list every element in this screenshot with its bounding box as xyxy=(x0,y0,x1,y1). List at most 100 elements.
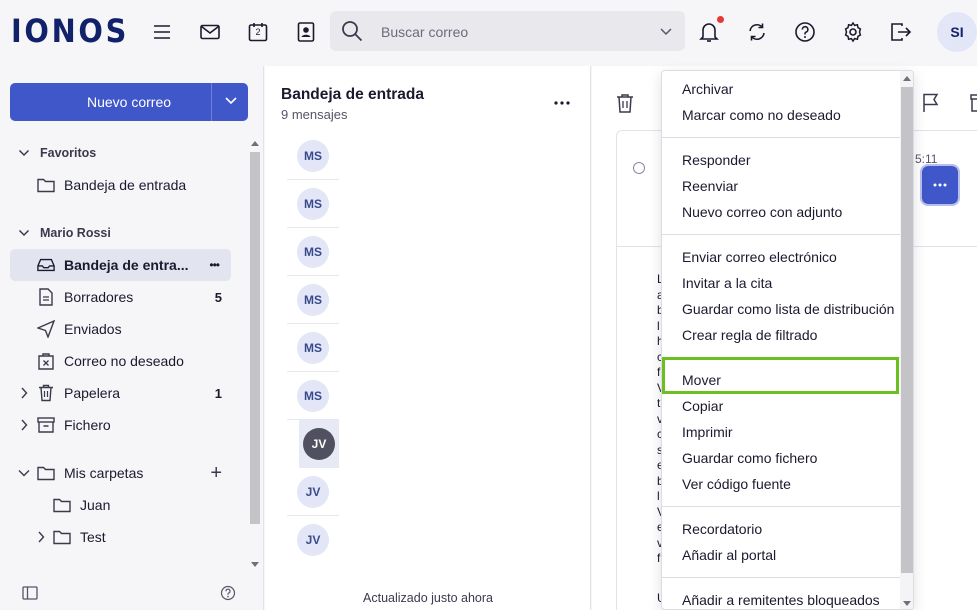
list-item[interactable]: MS xyxy=(287,324,339,372)
sidebar-footer xyxy=(0,576,264,610)
help-icon[interactable] xyxy=(793,20,817,44)
search-input[interactable]: Buscar correo xyxy=(381,24,468,40)
list-item[interactable]: JV xyxy=(287,516,339,564)
sidebar-item-label: Fichero xyxy=(64,417,111,433)
sidebar-item-juan[interactable]: Juan xyxy=(10,489,231,521)
list-item[interactable]: MS xyxy=(287,132,339,180)
sidebar-item-drafts[interactable]: Borradores 5 xyxy=(10,281,231,313)
button-divider xyxy=(211,83,212,121)
sender-avatar: MS xyxy=(297,139,329,172)
list-item[interactable]: MS xyxy=(287,276,339,324)
chevron-down-icon[interactable] xyxy=(224,94,238,111)
menu-item-save-file[interactable]: Guardar como fichero xyxy=(682,450,817,466)
more-options-icon[interactable] xyxy=(554,92,570,108)
sender-avatar: JV xyxy=(297,524,329,556)
menu-item-create-filter[interactable]: Crear regla de filtrado xyxy=(682,327,817,343)
scroll-up-icon[interactable] xyxy=(903,75,911,81)
ionos-logo[interactable]: IONOS xyxy=(11,12,129,50)
favorites-group[interactable]: Favoritos xyxy=(18,146,96,160)
trash-icon[interactable] xyxy=(616,93,634,116)
logout-icon[interactable] xyxy=(889,20,913,44)
sidebar-item-sent[interactable]: Enviados xyxy=(10,313,231,345)
scrollbar-thumb[interactable] xyxy=(901,87,913,573)
sidebar-item-favorites-inbox[interactable]: Bandeja de entrada xyxy=(10,169,231,201)
message-more-button[interactable] xyxy=(920,164,960,206)
sidebar-item-my-folders[interactable]: Mis carpetas + xyxy=(10,457,231,489)
scrollbar-thumb[interactable] xyxy=(250,152,260,524)
bell-icon[interactable] xyxy=(697,20,721,44)
menu-item-mark-spam[interactable]: Marcar como no deseado xyxy=(682,107,841,123)
sidebar-item-trash[interactable]: Papelera 1 xyxy=(10,377,231,409)
folder-icon xyxy=(37,464,55,482)
list-item[interactable]: JV xyxy=(287,468,339,516)
more-options-icon[interactable]: ••• xyxy=(209,258,220,272)
list-item[interactable]: MS xyxy=(287,228,339,276)
sender-avatar: MS xyxy=(297,187,329,220)
menu-item-invite-appointment[interactable]: Invitar a la cita xyxy=(682,275,772,291)
sender-avatar: MS xyxy=(297,235,329,268)
list-item[interactable]: MS xyxy=(287,372,339,420)
list-item-selected[interactable]: JV xyxy=(299,420,339,468)
menu-item-archive[interactable]: Archivar xyxy=(682,81,733,97)
sidebar-item-test[interactable]: Test xyxy=(10,521,231,553)
folder-icon xyxy=(53,528,71,546)
draft-icon xyxy=(37,288,55,306)
account-label: Mario Rossi xyxy=(40,226,111,240)
sync-icon[interactable] xyxy=(745,20,769,44)
menu-item-add-portal[interactable]: Añadir al portal xyxy=(682,547,776,563)
menu-item-copy[interactable]: Copiar xyxy=(682,398,723,414)
menu-item-block-sender[interactable]: Añadir a remitentes bloqueados xyxy=(682,592,880,608)
unread-count: 5 xyxy=(214,289,222,305)
sidebar-scrollbar[interactable] xyxy=(248,138,262,570)
menu-item-print[interactable]: Imprimir xyxy=(682,424,733,440)
list-item[interactable]: MS xyxy=(287,180,339,228)
flag-icon[interactable] xyxy=(922,93,940,116)
menu-scrollbar[interactable] xyxy=(900,71,913,609)
chevron-right-icon[interactable] xyxy=(18,419,30,431)
scroll-down-icon[interactable] xyxy=(251,562,259,568)
archive-icon[interactable] xyxy=(970,93,977,116)
sidebar-item-inbox[interactable]: Bandeja de entra... ••• xyxy=(10,249,231,281)
chevron-down-icon[interactable] xyxy=(659,24,673,40)
panel-toggle-icon[interactable] xyxy=(22,586,38,603)
top-bar: IONOS 2 Buscar correo SI xyxy=(0,0,977,66)
help-icon[interactable] xyxy=(220,585,236,604)
contacts-icon[interactable] xyxy=(294,20,318,44)
menu-item-view-source[interactable]: Ver código fuente xyxy=(682,476,791,492)
chevron-right-icon[interactable] xyxy=(35,531,47,543)
sidebar-item-label: Bandeja de entrada xyxy=(64,177,187,193)
notification-dot xyxy=(717,16,724,23)
user-avatar[interactable]: SI xyxy=(937,12,977,52)
new-mail-button[interactable]: Nuevo correo xyxy=(10,83,248,121)
chevron-right-icon[interactable] xyxy=(18,387,30,399)
menu-item-new-with-attachment[interactable]: Nuevo correo con adjunto xyxy=(682,204,842,220)
sidebar-item-label: Bandeja de entra... xyxy=(64,257,189,273)
add-folder-button[interactable]: + xyxy=(210,462,222,485)
calendar-icon[interactable]: 2 xyxy=(246,20,270,44)
sidebar-item-spam[interactable]: Correo no deseado xyxy=(10,345,231,377)
chevron-down-icon[interactable] xyxy=(18,467,30,479)
menu-item-send-email[interactable]: Enviar correo electrónico xyxy=(682,249,837,265)
menu-divider xyxy=(662,234,900,235)
sender-avatar: MS xyxy=(297,331,329,364)
menu-item-reply[interactable]: Responder xyxy=(682,152,751,168)
account-group[interactable]: Mario Rossi xyxy=(18,226,111,240)
scroll-down-icon[interactable] xyxy=(903,601,911,607)
menu-item-reminder[interactable]: Recordatorio xyxy=(682,521,762,537)
sidebar: Nuevo correo Favoritos Bandeja de entrad… xyxy=(0,66,264,610)
envelope-icon[interactable] xyxy=(198,20,222,44)
sidebar-item-archive[interactable]: Fichero xyxy=(10,409,231,441)
favorites-label: Favoritos xyxy=(40,146,97,160)
unread-count: 1 xyxy=(214,385,222,401)
folder-icon xyxy=(53,496,71,514)
search-bar[interactable]: Buscar correo xyxy=(330,11,685,51)
menu-item-save-distribution-list[interactable]: Guardar como lista de distribución xyxy=(682,301,894,317)
scroll-up-icon[interactable] xyxy=(251,140,259,146)
sender-avatar: MS xyxy=(297,379,329,412)
select-radio[interactable] xyxy=(633,162,645,174)
gear-icon[interactable] xyxy=(841,20,865,44)
menu-item-forward[interactable]: Reenviar xyxy=(682,178,738,194)
sidebar-item-label: Juan xyxy=(80,497,111,513)
hamburger-icon[interactable] xyxy=(150,20,174,44)
sidebar-item-label: Mis carpetas xyxy=(64,465,144,481)
